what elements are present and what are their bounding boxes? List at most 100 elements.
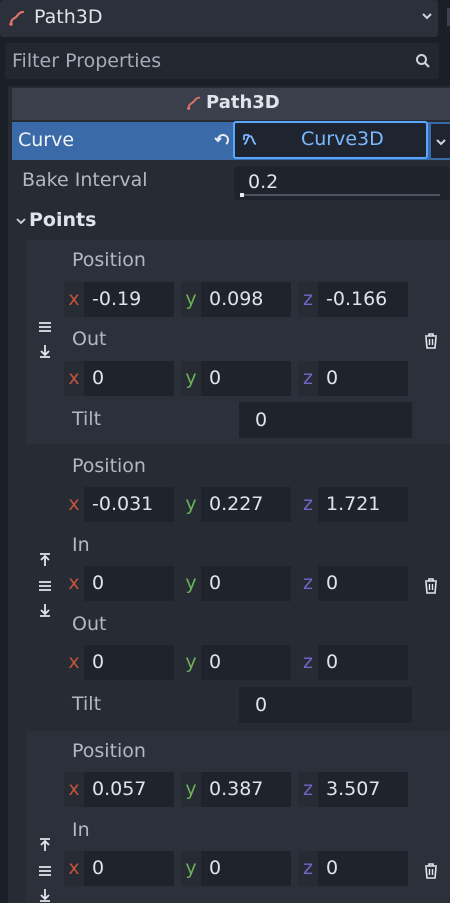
points-section-toggle[interactable]: Points — [12, 205, 450, 237]
z-axis-label: z — [298, 772, 318, 807]
x-value: -0.031 — [92, 493, 154, 515]
x-axis-label: x — [64, 772, 84, 807]
y-field[interactable]: y0 — [181, 566, 291, 601]
z-axis-label: z — [298, 566, 318, 601]
z-field[interactable]: z0 — [298, 566, 408, 601]
move-down-icon[interactable] — [38, 888, 52, 902]
y-value: 0 — [209, 367, 222, 389]
slider-track — [240, 194, 440, 196]
x-axis-label: x — [64, 566, 84, 601]
y-field[interactable]: y0 — [181, 645, 291, 680]
x-axis-label: x — [64, 645, 84, 680]
position-vector: x 0.057 y 0.387 z 3.507 — [64, 772, 412, 807]
x-field[interactable]: x 0.057 — [64, 772, 174, 807]
chevron-down-icon — [436, 139, 446, 146]
drag-handle-icon[interactable] — [38, 579, 52, 593]
z-field[interactable]: z0 — [298, 645, 408, 680]
move-up-icon[interactable] — [38, 553, 52, 567]
z-value: -0.166 — [326, 288, 388, 310]
tilt-value: 0 — [255, 409, 268, 431]
y-field[interactable]: y 0.098 — [181, 282, 291, 317]
position-vector: x -0.19 y 0.098 z -0.166 — [64, 282, 412, 317]
position-label: Position — [72, 249, 146, 271]
x-axis-label: x — [64, 487, 84, 522]
tilt-field[interactable]: 0 — [239, 687, 412, 723]
tilt-value: 0 — [255, 694, 268, 716]
move-down-icon[interactable] — [38, 344, 52, 358]
x-field[interactable]: x -0.19 — [64, 282, 174, 317]
x-value: 0.057 — [92, 778, 147, 800]
points-label: Points — [29, 209, 97, 231]
trash-icon[interactable] — [424, 578, 438, 594]
revert-icon[interactable] — [214, 132, 230, 148]
path3d-icon — [187, 96, 201, 110]
y-value: 0 — [209, 572, 222, 594]
bake-interval-field[interactable]: 0.2 — [234, 166, 450, 200]
z-value: 1.721 — [326, 493, 381, 515]
z-field[interactable]: z 1.721 — [298, 487, 408, 522]
position-label: Position — [72, 740, 146, 762]
tilt-field[interactable]: 0 — [239, 402, 412, 438]
section-header[interactable]: Path3D — [12, 88, 450, 120]
x-value: 0 — [92, 857, 105, 879]
point-item: Position x -0.19 y 0.098 z -0.166 Out x0 y0… — [26, 240, 450, 444]
chevron-down-icon[interactable] — [420, 9, 434, 23]
trash-icon[interactable] — [424, 333, 438, 349]
z-field[interactable]: z 3.507 — [298, 772, 408, 807]
y-value: 0 — [209, 857, 222, 879]
z-field[interactable]: z0 — [298, 361, 408, 396]
curve-resource-button[interactable]: Curve3D — [233, 121, 428, 159]
move-down-icon[interactable] — [38, 603, 52, 617]
in-vector: x0 y0 z0 — [64, 566, 412, 601]
point-item: Position x -0.031 y 0.227 z 1.721 In x0 y0 … — [26, 446, 450, 729]
y-axis-label: y — [181, 645, 201, 680]
drag-handle-icon[interactable] — [38, 864, 52, 878]
in-vector: x0 y0 z0 — [64, 851, 412, 886]
slider-grabber[interactable] — [240, 193, 244, 197]
x-field[interactable]: x -0.031 — [64, 487, 174, 522]
y-axis-label: y — [181, 487, 201, 522]
curve-label: Curve — [18, 129, 75, 151]
node-selector[interactable]: Path3D — [0, 0, 438, 37]
tilt-label: Tilt — [72, 408, 102, 430]
z-axis-label: z — [298, 851, 318, 886]
trash-icon[interactable] — [424, 863, 438, 879]
position-label: Position — [72, 455, 146, 477]
z-field[interactable]: z0 — [298, 851, 408, 886]
filter-placeholder: Filter Properties — [12, 50, 162, 72]
z-field[interactable]: z -0.166 — [298, 282, 408, 317]
y-value: 0.227 — [209, 493, 264, 515]
x-field[interactable]: x0 — [64, 851, 174, 886]
y-field[interactable]: y 0.227 — [181, 487, 291, 522]
y-axis-label: y — [181, 772, 201, 807]
filter-properties-input[interactable]: Filter Properties — [5, 43, 439, 79]
z-value: 3.507 — [326, 778, 381, 800]
bake-interval-value: 0.2 — [248, 171, 279, 193]
drag-handle-icon[interactable] — [38, 320, 52, 334]
in-label: In — [72, 534, 90, 556]
resource-dropdown-button[interactable] — [431, 124, 450, 158]
y-axis-label: y — [181, 851, 201, 886]
z-value: 0 — [326, 367, 339, 389]
z-value: 0 — [326, 857, 339, 879]
y-axis-label: y — [181, 361, 201, 396]
collapse-arrow-icon — [16, 218, 26, 225]
search-icon — [416, 54, 430, 68]
section-title: Path3D — [206, 92, 280, 113]
y-field[interactable]: y 0.387 — [181, 772, 291, 807]
y-field[interactable]: y0 — [181, 361, 291, 396]
x-field[interactable]: x0 — [64, 361, 174, 396]
x-axis-label: x — [64, 361, 84, 396]
node-selector-label: Path3D — [34, 6, 103, 28]
x-axis-label: x — [64, 851, 84, 886]
x-axis-label: x — [64, 282, 84, 317]
x-field[interactable]: x0 — [64, 645, 174, 680]
x-value: 0 — [92, 572, 105, 594]
tilt-label: Tilt — [72, 693, 102, 715]
out-vector: x0 y0 z0 — [64, 645, 412, 680]
x-field[interactable]: x0 — [64, 566, 174, 601]
y-field[interactable]: y0 — [181, 851, 291, 886]
z-axis-label: z — [298, 282, 318, 317]
move-up-icon[interactable] — [38, 838, 52, 852]
z-axis-label: z — [298, 645, 318, 680]
